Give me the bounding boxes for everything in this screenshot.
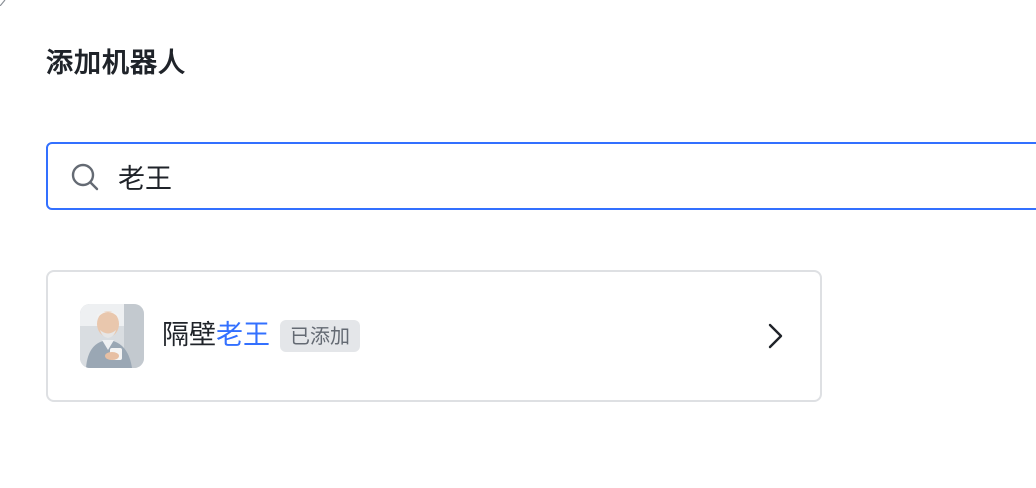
added-badge: 已添加 — [280, 320, 360, 352]
avatar-photo — [80, 304, 144, 368]
page-title: 添加机器人 — [46, 48, 186, 79]
search-box[interactable] — [46, 142, 1036, 210]
search-icon — [71, 163, 99, 191]
search-input[interactable] — [118, 144, 1018, 208]
chevron-right-icon[interactable] — [762, 322, 790, 350]
bot-name-prefix: 隔壁 — [162, 320, 216, 351]
add-bot-dialog: 添加机器人 隔壁老王 已添加 — [0, 0, 1036, 488]
bot-result-card[interactable]: 隔壁老王 已添加 — [46, 270, 822, 402]
avatar — [80, 304, 144, 368]
bot-name: 隔壁老王 — [162, 316, 270, 356]
corner-artifact — [0, 0, 6, 6]
bot-name-match: 老王 — [216, 320, 270, 351]
